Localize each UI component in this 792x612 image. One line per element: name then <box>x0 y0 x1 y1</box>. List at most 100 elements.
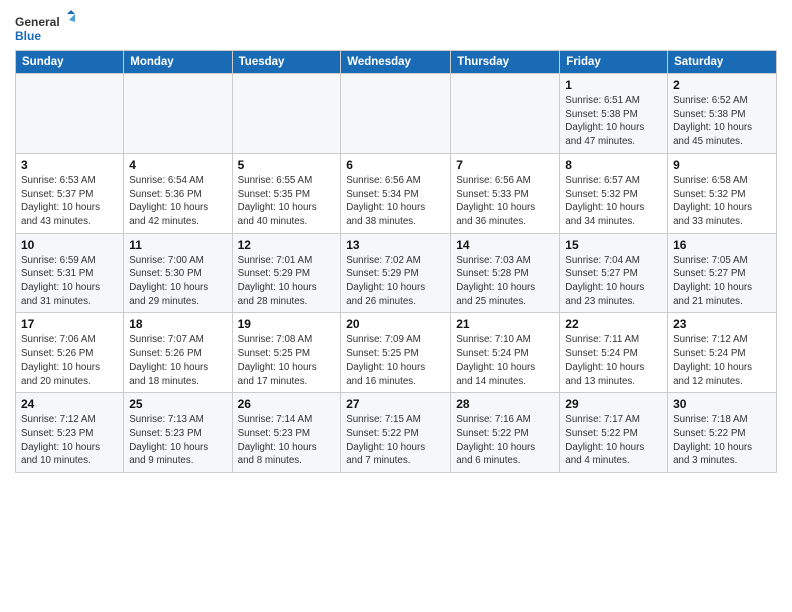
day-number: 13 <box>346 238 445 252</box>
day-cell: 7Sunrise: 6:56 AMSunset: 5:33 PMDaylight… <box>451 153 560 233</box>
day-number: 17 <box>21 317 118 331</box>
day-number: 12 <box>238 238 336 252</box>
day-info: Sunrise: 7:17 AMSunset: 5:22 PMDaylight:… <box>565 413 662 468</box>
logo-svg: General Blue <box>15 10 75 46</box>
day-cell: 8 Sunrise: 6:57 AMSunset: 5:32 PMDaylight… <box>560 153 668 233</box>
day-number: 24 <box>21 397 118 411</box>
day-cell: 2 Sunrise: 6:52 AMSunset: 5:38 PMDaylight… <box>668 74 777 154</box>
week-row-4: 17 Sunrise: 7:06 AMSunset: 5:26 PMDayligh… <box>16 313 777 393</box>
day-number: 2 <box>673 78 771 92</box>
day-number: 9 <box>673 158 771 172</box>
day-cell: 19 Sunrise: 7:08 AMSunset: 5:25 PMDayligh… <box>232 313 341 393</box>
day-cell <box>341 74 451 154</box>
day-cell: 30Sunrise: 7:18 AMSunset: 5:22 PMDayligh… <box>668 393 777 473</box>
calendar-table: SundayMondayTuesdayWednesdayThursdayFrid… <box>15 50 777 473</box>
day-number: 22 <box>565 317 662 331</box>
day-cell: 12 Sunrise: 7:01 AMSunset: 5:29 PMDayligh… <box>232 233 341 313</box>
day-info: Sunrise: 6:52 AMSunset: 5:38 PMDaylight:… <box>673 94 771 149</box>
day-info: Sunrise: 6:57 AMSunset: 5:32 PMDaylight:… <box>565 174 662 229</box>
day-number: 29 <box>565 397 662 411</box>
day-info: Sunrise: 6:56 AMSunset: 5:33 PMDaylight:… <box>456 174 554 229</box>
day-info: Sunrise: 6:51 AMSunset: 5:38 PMDaylight:… <box>565 94 662 149</box>
svg-text:Blue: Blue <box>15 29 41 43</box>
day-info: Sunrise: 6:54 AMSunset: 5:36 PMDaylight:… <box>129 174 226 229</box>
day-info: Sunrise: 6:53 AMSunset: 5:37 PMDaylight:… <box>21 174 118 229</box>
day-info: Sunrise: 7:06 AMSunset: 5:26 PMDaylight:… <box>21 333 118 388</box>
day-info: Sunrise: 7:13 AMSunset: 5:23 PMDaylight:… <box>129 413 226 468</box>
day-cell <box>232 74 341 154</box>
day-cell <box>451 74 560 154</box>
day-number: 5 <box>238 158 336 172</box>
day-cell: 23 Sunrise: 7:12 AMSunset: 5:24 PMDayligh… <box>668 313 777 393</box>
day-info: Sunrise: 7:16 AMSunset: 5:22 PMDaylight:… <box>456 413 554 468</box>
day-number: 23 <box>673 317 771 331</box>
weekday-header-wednesday: Wednesday <box>341 51 451 74</box>
day-info: Sunrise: 6:56 AMSunset: 5:34 PMDaylight:… <box>346 174 445 229</box>
day-info: Sunrise: 7:01 AMSunset: 5:29 PMDaylight:… <box>238 254 336 309</box>
day-info: Sunrise: 7:05 AMSunset: 5:27 PMDaylight:… <box>673 254 771 309</box>
day-info: Sunrise: 6:55 AMSunset: 5:35 PMDaylight:… <box>238 174 336 229</box>
day-cell: 17 Sunrise: 7:06 AMSunset: 5:26 PMDayligh… <box>16 313 124 393</box>
day-cell: 26Sunrise: 7:14 AMSunset: 5:23 PMDayligh… <box>232 393 341 473</box>
day-number: 19 <box>238 317 336 331</box>
day-cell: 13 Sunrise: 7:02 AMSunset: 5:29 PMDayligh… <box>341 233 451 313</box>
day-cell <box>124 74 232 154</box>
day-number: 20 <box>346 317 445 331</box>
day-number: 27 <box>346 397 445 411</box>
week-row-1: 1 Sunrise: 6:51 AMSunset: 5:38 PMDaylight… <box>16 74 777 154</box>
day-number: 16 <box>673 238 771 252</box>
day-info: Sunrise: 7:12 AMSunset: 5:24 PMDaylight:… <box>673 333 771 388</box>
day-info: Sunrise: 7:14 AMSunset: 5:23 PMDaylight:… <box>238 413 336 468</box>
day-number: 30 <box>673 397 771 411</box>
day-info: Sunrise: 7:07 AMSunset: 5:26 PMDaylight:… <box>129 333 226 388</box>
day-info: Sunrise: 7:04 AMSunset: 5:27 PMDaylight:… <box>565 254 662 309</box>
weekday-header-friday: Friday <box>560 51 668 74</box>
day-info: Sunrise: 7:10 AMSunset: 5:24 PMDaylight:… <box>456 333 554 388</box>
logo: General Blue <box>15 10 75 46</box>
day-cell: 3 Sunrise: 6:53 AMSunset: 5:37 PMDaylight… <box>16 153 124 233</box>
day-cell: 6 Sunrise: 6:56 AMSunset: 5:34 PMDaylight… <box>341 153 451 233</box>
day-info: Sunrise: 7:15 AMSunset: 5:22 PMDaylight:… <box>346 413 445 468</box>
day-info: Sunrise: 7:02 AMSunset: 5:29 PMDaylight:… <box>346 254 445 309</box>
day-number: 14 <box>456 238 554 252</box>
day-cell: 20 Sunrise: 7:09 AMSunset: 5:25 PMDayligh… <box>341 313 451 393</box>
day-info: Sunrise: 6:59 AMSunset: 5:31 PMDaylight:… <box>21 254 118 309</box>
week-row-2: 3 Sunrise: 6:53 AMSunset: 5:37 PMDaylight… <box>16 153 777 233</box>
header: General Blue <box>15 10 777 46</box>
day-number: 6 <box>346 158 445 172</box>
weekday-header-saturday: Saturday <box>668 51 777 74</box>
day-cell: 21 Sunrise: 7:10 AMSunset: 5:24 PMDayligh… <box>451 313 560 393</box>
day-cell: 5 Sunrise: 6:55 AMSunset: 5:35 PMDaylight… <box>232 153 341 233</box>
day-cell: 22Sunrise: 7:11 AMSunset: 5:24 PMDayligh… <box>560 313 668 393</box>
day-cell: 28 Sunrise: 7:16 AMSunset: 5:22 PMDayligh… <box>451 393 560 473</box>
day-cell: 15 Sunrise: 7:04 AMSunset: 5:27 PMDayligh… <box>560 233 668 313</box>
day-cell: 9 Sunrise: 6:58 AMSunset: 5:32 PMDaylight… <box>668 153 777 233</box>
day-info: Sunrise: 7:09 AMSunset: 5:25 PMDaylight:… <box>346 333 445 388</box>
day-number: 1 <box>565 78 662 92</box>
day-cell: 11Sunrise: 7:00 AMSunset: 5:30 PMDayligh… <box>124 233 232 313</box>
day-number: 15 <box>565 238 662 252</box>
weekday-header-monday: Monday <box>124 51 232 74</box>
day-number: 3 <box>21 158 118 172</box>
day-cell: 24 Sunrise: 7:12 AMSunset: 5:23 PMDayligh… <box>16 393 124 473</box>
day-cell: 18 Sunrise: 7:07 AMSunset: 5:26 PMDayligh… <box>124 313 232 393</box>
week-row-5: 24 Sunrise: 7:12 AMSunset: 5:23 PMDayligh… <box>16 393 777 473</box>
day-number: 18 <box>129 317 226 331</box>
day-number: 28 <box>456 397 554 411</box>
weekday-header-sunday: Sunday <box>16 51 124 74</box>
day-cell: 29 Sunrise: 7:17 AMSunset: 5:22 PMDayligh… <box>560 393 668 473</box>
day-number: 11 <box>129 238 226 252</box>
day-cell: 10 Sunrise: 6:59 AMSunset: 5:31 PMDayligh… <box>16 233 124 313</box>
day-info: Sunrise: 7:12 AMSunset: 5:23 PMDaylight:… <box>21 413 118 468</box>
weekday-header-tuesday: Tuesday <box>232 51 341 74</box>
day-info: Sunrise: 7:08 AMSunset: 5:25 PMDaylight:… <box>238 333 336 388</box>
day-cell: 1 Sunrise: 6:51 AMSunset: 5:38 PMDaylight… <box>560 74 668 154</box>
day-info: Sunrise: 6:58 AMSunset: 5:32 PMDaylight:… <box>673 174 771 229</box>
day-number: 8 <box>565 158 662 172</box>
day-number: 25 <box>129 397 226 411</box>
day-number: 21 <box>456 317 554 331</box>
day-number: 4 <box>129 158 226 172</box>
day-number: 10 <box>21 238 118 252</box>
weekday-header-row: SundayMondayTuesdayWednesdayThursdayFrid… <box>16 51 777 74</box>
week-row-3: 10 Sunrise: 6:59 AMSunset: 5:31 PMDayligh… <box>16 233 777 313</box>
